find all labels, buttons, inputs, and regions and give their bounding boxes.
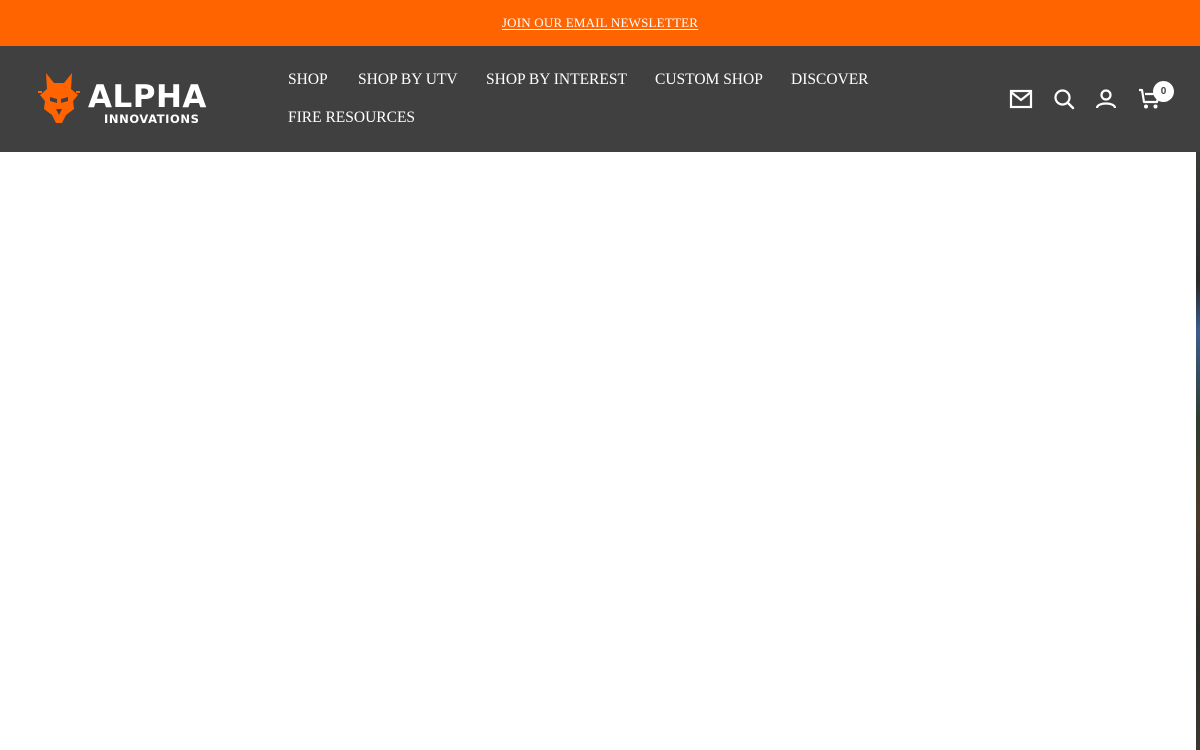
hero-image-edge [1196,152,1200,750]
announcement-bar: JOIN OUR EMAIL NEWSLETTER [0,0,1200,46]
newsletter-link[interactable]: JOIN OUR EMAIL NEWSLETTER [502,15,698,31]
mail-icon[interactable] [1009,87,1033,111]
cart-count-badge[interactable]: 0 [1153,81,1174,102]
brand-name: ALPHA [88,79,207,115]
site-header: ALPHA INNOVATIONS SHOP SHOP BY UTV SHOP … [0,46,1200,152]
main-navigation: SHOP SHOP BY UTV SHOP BY INTEREST CUSTOM… [288,46,928,152]
nav-custom-shop[interactable]: CUSTOM SHOP [655,70,763,90]
account-icon[interactable] [1094,87,1118,111]
main-content [0,152,1200,750]
nav-shop[interactable]: SHOP [288,70,328,90]
nav-shop-by-interest[interactable]: SHOP BY INTEREST [486,70,627,90]
nav-discover[interactable]: DISCOVER [791,70,869,90]
nav-shop-by-utv[interactable]: SHOP BY UTV [358,70,458,90]
brand-tagline: INNOVATIONS [104,112,200,126]
nav-fire-resources[interactable]: FIRE RESOURCES [288,108,415,128]
brand-logo[interactable]: ALPHA INNOVATIONS [38,71,242,129]
wolf-logo-icon [38,73,80,123]
search-icon[interactable] [1052,87,1076,111]
